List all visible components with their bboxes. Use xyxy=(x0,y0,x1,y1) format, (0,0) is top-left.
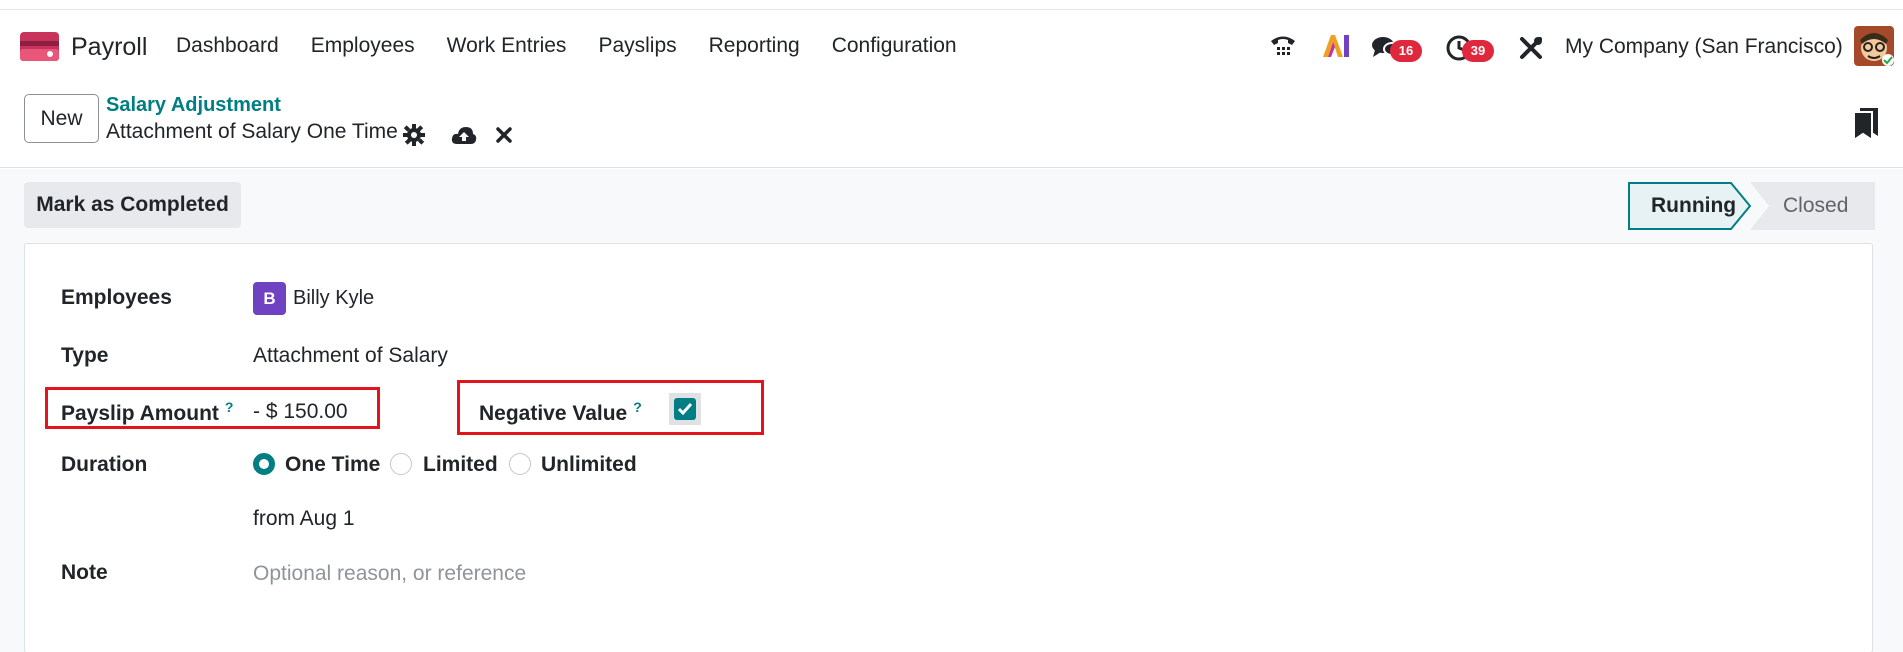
payroll-app-icon[interactable] xyxy=(20,32,59,61)
discard-icon[interactable] xyxy=(491,122,517,148)
employee-tag[interactable]: Billy Kyle xyxy=(293,287,374,310)
activities-badge: 39 xyxy=(1462,40,1494,62)
stage-running-label: Running xyxy=(1651,194,1737,217)
duration-label: Duration xyxy=(61,453,148,476)
messages-badge: 16 xyxy=(1390,40,1422,62)
main-menu: Dashboard Employees Work Entries Payslip… xyxy=(176,34,989,58)
employees-label: Employees xyxy=(61,286,172,309)
ai-icon[interactable] xyxy=(1318,28,1354,64)
from-date[interactable]: from Aug 1 xyxy=(253,507,355,531)
stage-running[interactable]: Running xyxy=(1628,182,1752,230)
radio-unlimited[interactable] xyxy=(509,453,531,475)
form-sheet: Employees B Billy Kyle Type Attachment o… xyxy=(24,243,1873,652)
negative-value-checkbox[interactable] xyxy=(669,393,701,425)
menu-employees[interactable]: Employees xyxy=(311,34,415,58)
radio-limited[interactable] xyxy=(390,453,412,475)
menu-configuration[interactable]: Configuration xyxy=(832,34,957,58)
company-switcher[interactable]: My Company (San Francisco) xyxy=(1565,35,1843,59)
gear-icon[interactable] xyxy=(401,122,427,148)
new-button[interactable]: New xyxy=(24,94,99,143)
stage-closed-label: Closed xyxy=(1783,194,1849,217)
record-title: Attachment of Salary One Time xyxy=(106,120,398,143)
radio-unlimited-label[interactable]: Unlimited xyxy=(541,453,637,477)
control-panel: New Salary Adjustment Attachment of Sala… xyxy=(0,84,1903,168)
checkmark-icon xyxy=(678,403,692,415)
payslip-amount-label-text: Payslip Amount xyxy=(61,402,219,425)
phone-icon[interactable] xyxy=(1265,28,1301,64)
note-input[interactable]: Optional reason, or reference xyxy=(253,562,526,586)
radio-one-time[interactable] xyxy=(253,453,275,475)
employee-avatar: B xyxy=(253,282,286,315)
checkbox-checked xyxy=(674,398,696,420)
payslip-amount-help[interactable]: ? xyxy=(225,399,234,415)
bookmark-icon[interactable] xyxy=(1854,108,1878,140)
payslip-amount-value[interactable]: - $ 150.00 xyxy=(253,400,348,424)
negative-value-label-text: Negative Value xyxy=(479,402,628,425)
type-label: Type xyxy=(61,344,109,367)
radio-one-time-label[interactable]: One Time xyxy=(285,453,380,477)
stage-closed[interactable]: Closed xyxy=(1750,182,1875,230)
app-name[interactable]: Payroll xyxy=(71,33,147,62)
form-view: Mark as Completed Running Closed Employe… xyxy=(0,169,1903,652)
menu-reporting[interactable]: Reporting xyxy=(709,34,800,58)
breadcrumb-salary-adjustment[interactable]: Salary Adjustment xyxy=(106,94,281,117)
menu-payslips[interactable]: Payslips xyxy=(598,34,676,58)
type-value[interactable]: Attachment of Salary xyxy=(253,344,448,368)
top-border xyxy=(0,0,1903,10)
cloud-upload-icon[interactable] xyxy=(451,122,477,148)
mark-as-completed-button[interactable]: Mark as Completed xyxy=(24,182,241,228)
user-avatar[interactable] xyxy=(1854,26,1894,66)
payslip-amount-label: Payslip Amount? xyxy=(61,399,233,426)
menu-work-entries[interactable]: Work Entries xyxy=(447,34,567,58)
negative-value-label: Negative Value? xyxy=(479,399,642,426)
menu-dashboard[interactable]: Dashboard xyxy=(176,34,279,58)
negative-value-help[interactable]: ? xyxy=(633,399,642,415)
radio-limited-label[interactable]: Limited xyxy=(423,453,498,477)
tools-icon[interactable] xyxy=(1513,30,1549,66)
main-navbar: Payroll Dashboard Employees Work Entries… xyxy=(0,12,1903,84)
note-label: Note xyxy=(61,561,108,584)
